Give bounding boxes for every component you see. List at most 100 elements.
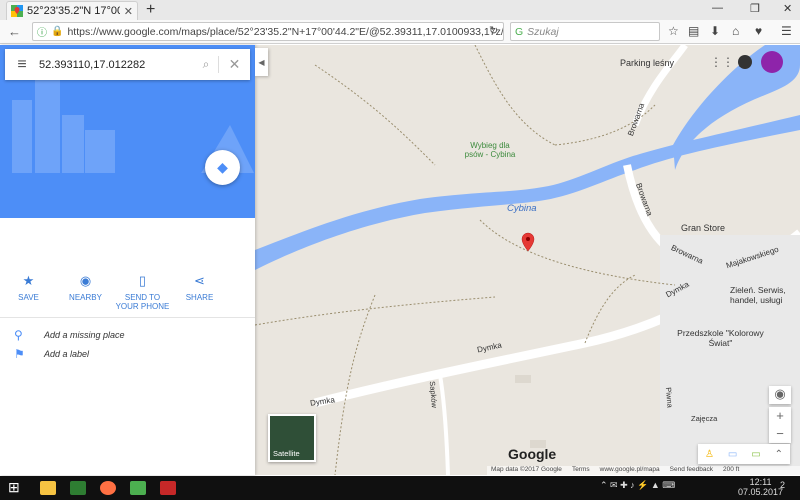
nearby-label: NEARBY: [69, 293, 102, 302]
directions-button[interactable]: ◆: [205, 150, 240, 185]
download-icon[interactable]: ⬇: [710, 24, 720, 38]
file-explorer-icon[interactable]: [40, 481, 56, 495]
google-maps-favicon-icon: [11, 5, 23, 17]
tray-icons[interactable]: ⌃ ✉ ✚ ♪ ⚡ ▲ ⌨: [600, 480, 675, 491]
browser-tab[interactable]: 52°23'35.2"N 17°00'44.2"E - G ✕: [6, 1, 138, 20]
info-icon[interactable]: ⓘ: [37, 24, 47, 39]
label-wybieg[interactable]: Wybieg dla psów - Cybina: [460, 141, 520, 159]
pegman-icon[interactable]: ♙: [705, 449, 714, 460]
nearby-icon: ◉: [79, 273, 92, 288]
maximize-icon[interactable]: ❐: [750, 2, 760, 15]
label-zajecza: Zajęcza: [691, 414, 718, 423]
windows-start-icon[interactable]: ⊞: [8, 479, 24, 495]
windows-taskbar: ⊞ ⌃ ✉ ✚ ♪ ⚡ ▲ ⌨ 12:11 07.05.2017 2: [0, 476, 800, 500]
directions-label[interactable]: Directions: [203, 241, 241, 251]
share-label: SHARE: [185, 293, 214, 302]
coordinates-dms: 52°23'35.2"N 17°00'44.2"E: [15, 225, 158, 239]
back-icon[interactable]: ←: [8, 24, 21, 39]
save-label: SAVE: [18, 293, 39, 302]
send-to-phone-label: SEND TO YOUR PHONE: [115, 293, 170, 311]
zoom-out-button[interactable]: −: [769, 425, 791, 443]
close-tab-icon[interactable]: ✕: [124, 5, 133, 18]
label-zielen[interactable]: Zieleń. Serwis, handel, usługi: [730, 285, 800, 305]
app-icon[interactable]: [130, 481, 146, 495]
trail: [474, 45, 556, 146]
label-przedszkole[interactable]: Przedszkole "Kolorowy Świat": [673, 328, 768, 348]
label-parking[interactable]: Parking leśny: [620, 58, 674, 68]
trail: [314, 64, 436, 166]
send-feedback-link[interactable]: Send feedback: [670, 466, 713, 476]
phone-icon: ▯: [138, 273, 147, 288]
reading-list-icon[interactable]: ▤: [688, 24, 699, 38]
avatar[interactable]: [761, 51, 783, 73]
site-link[interactable]: www.google.pl/mapa: [600, 466, 660, 476]
location-pin: [521, 232, 535, 252]
lock-icon: 🔒: [51, 26, 64, 37]
trail: [334, 294, 376, 475]
pocket-icon[interactable]: ♥: [755, 24, 762, 38]
address-bar[interactable]: ⓘ 🔒 https://www.google.com/maps/place/52…: [32, 22, 504, 41]
zoom-controls: + −: [769, 407, 791, 443]
google-logo: Google: [508, 446, 557, 462]
store-icon[interactable]: [70, 481, 86, 495]
share-icon: ⋖: [194, 273, 205, 288]
scale-bar[interactable]: 200 ft: [723, 466, 739, 476]
photo-thumbnail-icon[interactable]: ▭: [728, 449, 737, 460]
map-canvas[interactable]: Parking leśny Wybieg dla psów - Cybina C…: [255, 45, 800, 475]
collapse-panel-button[interactable]: ◀: [255, 48, 268, 76]
photo-thumbnail-icon[interactable]: ▭: [751, 449, 760, 460]
add-label-label: Add a label: [44, 349, 90, 359]
divider: [0, 317, 255, 318]
clock[interactable]: 12:11 07.05.2017: [738, 477, 783, 497]
side-panel: ≡ 52.393110,17.012282 ⌕ ✕ ◆ 52°23'35.2"N…: [0, 45, 255, 475]
add-missing-place-row[interactable]: ⚲ Add a missing place: [14, 328, 125, 342]
new-tab-icon[interactable]: +: [146, 1, 155, 19]
add-missing-place-label: Add a missing place: [44, 330, 125, 340]
bookmark-star-icon[interactable]: ☆: [668, 24, 679, 38]
hamburger-menu-icon[interactable]: ≡: [5, 56, 39, 74]
browser-navbar: ← ⓘ 🔒 https://www.google.com/maps/place/…: [0, 20, 800, 44]
url-text[interactable]: https://www.google.com/maps/place/52°23'…: [67, 26, 503, 38]
search-icon[interactable]: ⌕: [194, 57, 218, 72]
map-graphics: [255, 45, 800, 475]
terms-link[interactable]: Terms: [572, 466, 590, 476]
flag-icon: ⚑: [14, 347, 25, 361]
label-gran-store[interactable]: Gran Store: [681, 223, 725, 233]
expand-icon[interactable]: ⌃: [775, 449, 783, 460]
trail: [479, 219, 676, 286]
satellite-toggle[interactable]: Satellite: [268, 414, 316, 462]
home-icon[interactable]: ⌂: [732, 24, 739, 38]
clear-icon[interactable]: ✕: [218, 56, 250, 73]
nearby-button[interactable]: ◉ NEARBY: [57, 273, 114, 318]
add-label-row[interactable]: ⚑ Add a label: [14, 347, 89, 361]
label-cybina: Cybina: [507, 203, 537, 214]
search-field[interactable]: G Szukaj: [510, 22, 660, 41]
coordinates-decimal: 52.393110, 17.012282: [15, 241, 105, 251]
my-location-button[interactable]: ◉: [769, 386, 791, 404]
browser-titlebar: 52°23'35.2"N 17°00'44.2"E - G ✕ + — ❐ ✕: [0, 0, 800, 20]
reload-icon[interactable]: ↻: [489, 24, 498, 37]
share-button[interactable]: ⋖ SHARE: [171, 273, 228, 318]
save-button[interactable]: ★ SAVE: [0, 273, 57, 318]
panel-header: ≡ 52.393110,17.012282 ⌕ ✕: [0, 45, 255, 218]
firefox-icon[interactable]: [100, 481, 116, 495]
directions-icon: ◆: [217, 159, 228, 175]
trail: [255, 296, 496, 326]
map-footer: Map data ©2017 Google Terms www.google.p…: [487, 466, 800, 476]
notifications-icon[interactable]: [738, 55, 752, 69]
app-icon[interactable]: [160, 481, 176, 495]
menu-icon[interactable]: ☰: [781, 24, 792, 38]
imagery-strip: ♙ ▭ ▭ ⌃: [698, 444, 790, 464]
add-place-icon: ⚲: [14, 328, 23, 342]
close-window-icon[interactable]: ✕: [783, 2, 792, 15]
label-piwna: Piwna: [663, 386, 675, 409]
search-engine-icon[interactable]: G: [515, 26, 523, 38]
notifications-count[interactable]: 2: [780, 480, 785, 490]
star-icon: ★: [22, 273, 35, 288]
send-to-phone-button[interactable]: ▯ SEND TO YOUR PHONE: [114, 273, 171, 318]
place-search-box[interactable]: ≡ 52.393110,17.012282 ⌕ ✕: [5, 49, 250, 80]
minimize-icon[interactable]: —: [712, 2, 723, 14]
clock-time: 12:11: [749, 477, 772, 487]
search-input[interactable]: 52.393110,17.012282: [39, 59, 194, 71]
zoom-in-button[interactable]: +: [769, 407, 791, 425]
